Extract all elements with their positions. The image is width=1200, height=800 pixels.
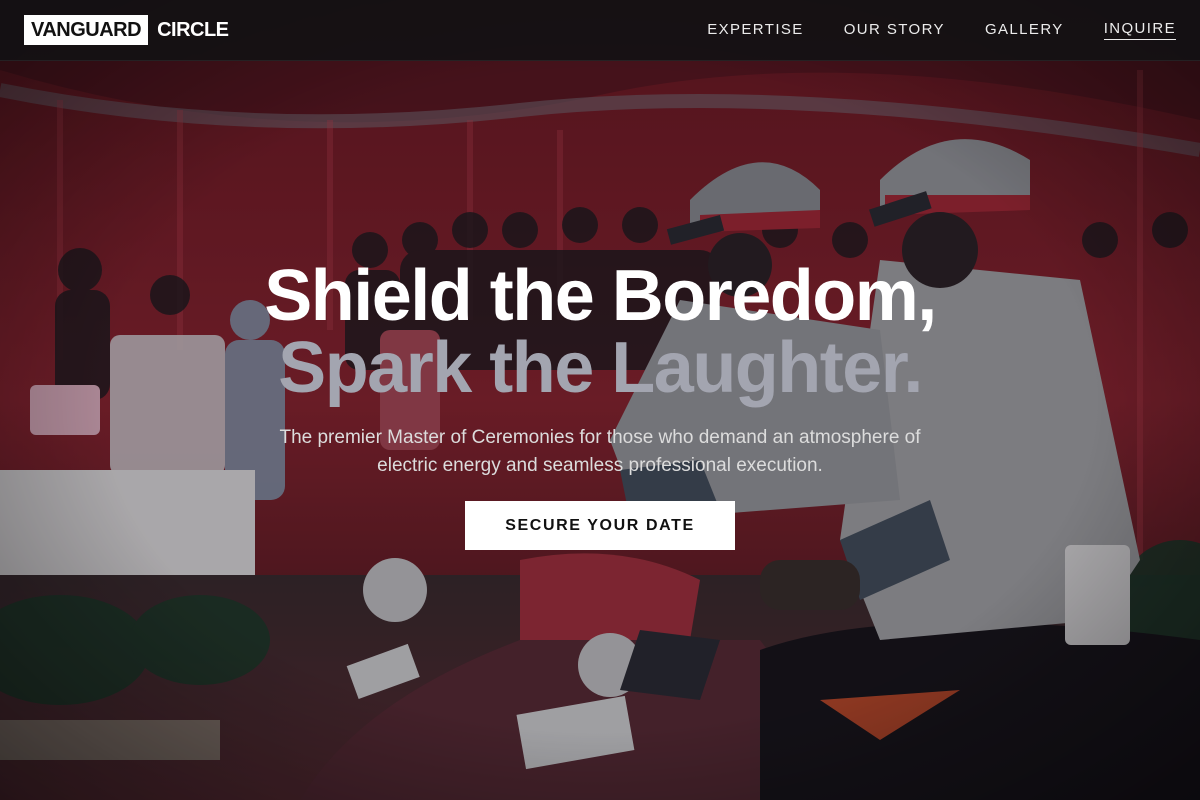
- nav-link-gallery[interactable]: GALLERY: [985, 21, 1064, 40]
- hero-section: Shield the Boredom, Spark the Laughter. …: [0, 260, 1200, 550]
- nav-links: EXPERTISE OUR STORY GALLERY INQUIRE: [667, 20, 1176, 40]
- nav-link-inquire[interactable]: INQUIRE: [1103, 20, 1176, 40]
- landing-page: VANGUARD CIRCLE EXPERTISE OUR STORY GALL…: [0, 0, 1200, 800]
- brand-logo[interactable]: VANGUARD CIRCLE: [24, 15, 229, 45]
- secure-your-date-button[interactable]: SECURE YOUR DATE: [465, 501, 735, 550]
- hero-title-line-1: Shield the Boredom,: [264, 256, 937, 336]
- hero-subtitle: The premier Master of Ceremonies for tho…: [279, 427, 921, 476]
- nav-link-our-story[interactable]: OUR STORY: [844, 21, 945, 40]
- logo-box-text: VANGUARD: [24, 15, 149, 45]
- hero-title-line-2: Spark the Laughter.: [278, 328, 923, 408]
- logo-rest-text: CIRCLE: [157, 19, 229, 41]
- top-navbar: VANGUARD CIRCLE EXPERTISE OUR STORY GALL…: [0, 0, 1200, 61]
- nav-link-expertise[interactable]: EXPERTISE: [707, 21, 804, 40]
